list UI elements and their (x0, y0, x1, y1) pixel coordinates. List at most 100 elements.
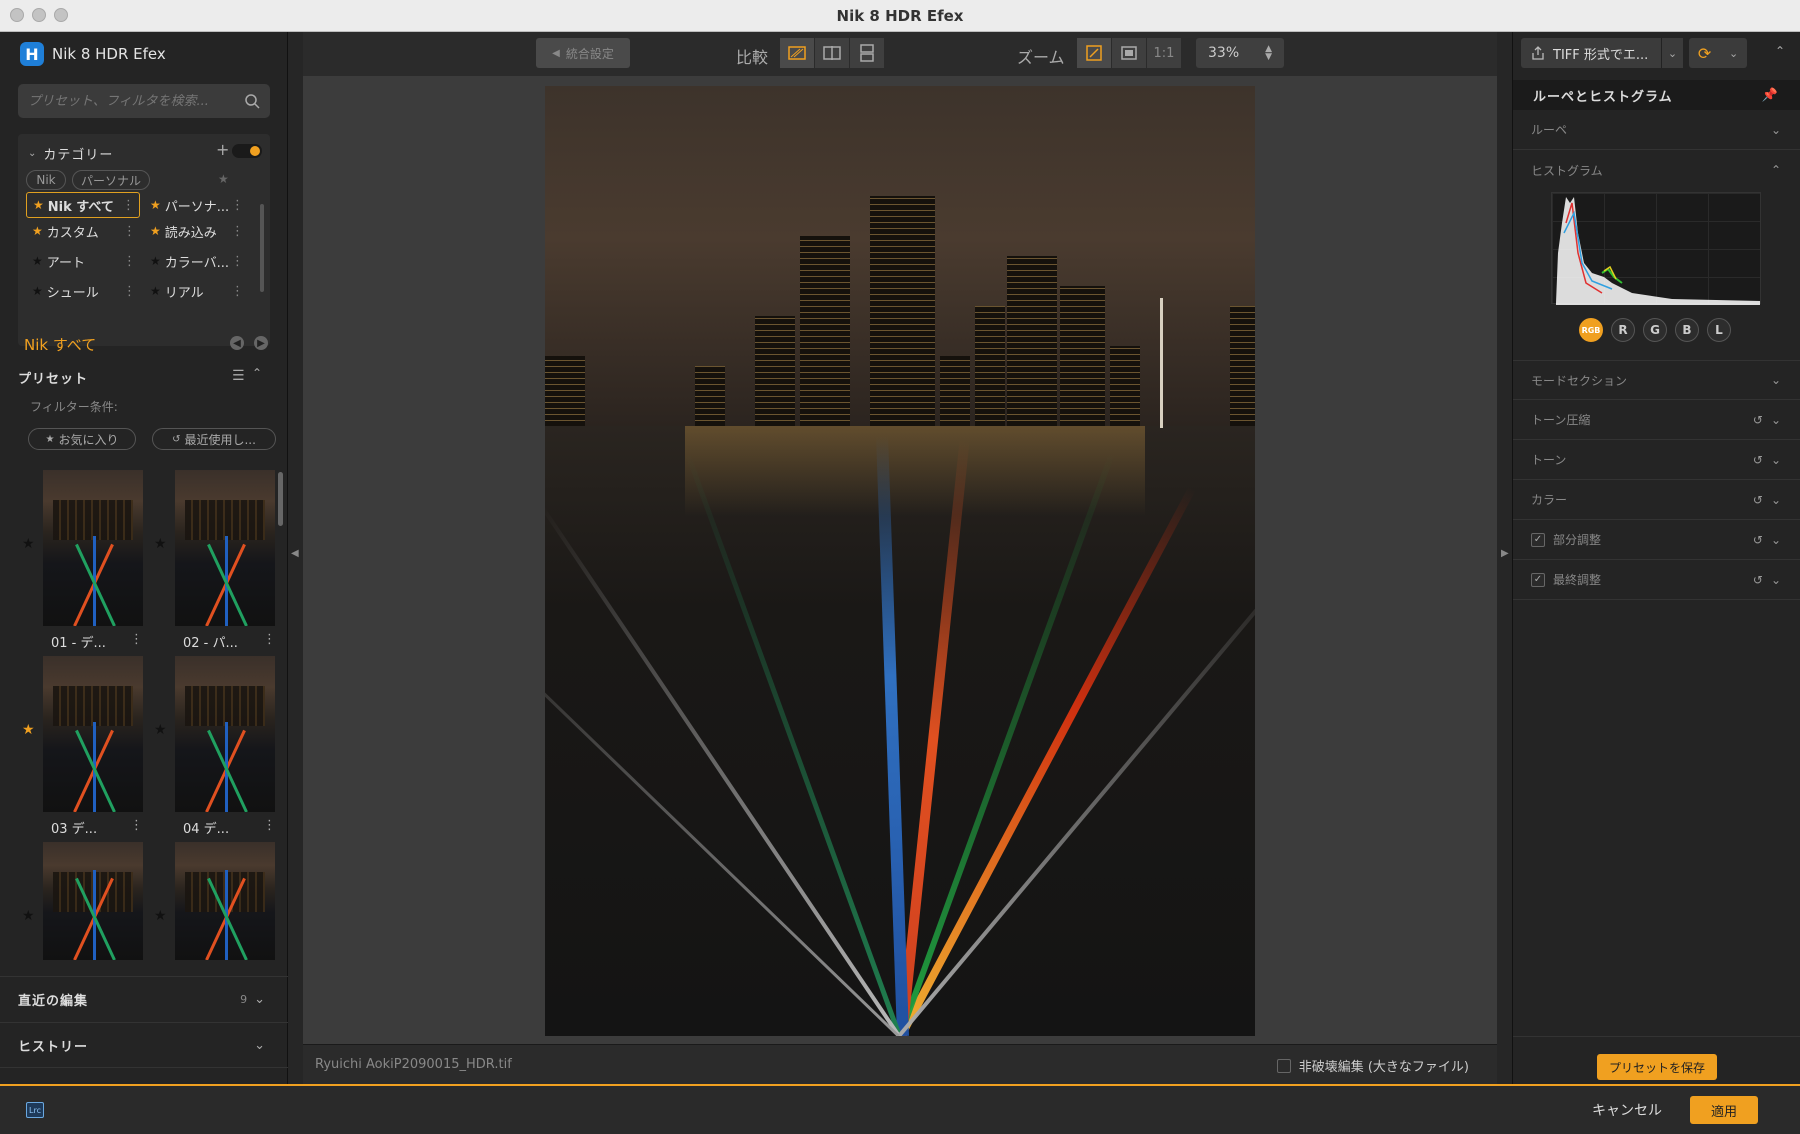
history-section[interactable]: ヒストリー ⌄ (0, 1022, 288, 1068)
search-input[interactable] (28, 93, 228, 109)
star-icon[interactable]: ★ (22, 908, 35, 924)
star-icon[interactable]: ★ (154, 908, 167, 924)
category-item-real[interactable]: ★ リアル ⋮ (144, 278, 248, 304)
save-preset-button[interactable]: プリセットを保存 (1597, 1054, 1717, 1080)
chevron-up-icon[interactable]: ⌃ (252, 366, 262, 380)
channel-g-button[interactable]: G (1643, 318, 1667, 342)
tone-row[interactable]: トーン ↺ ⌄ (1513, 440, 1800, 480)
chevron-down-icon[interactable]: ⌄ (254, 1038, 266, 1053)
chevron-down-icon[interactable]: ⌄ (1771, 373, 1781, 387)
reset-icon[interactable]: ↺ (1753, 573, 1763, 587)
more-icon[interactable]: ⋮ (263, 818, 276, 833)
prev-arrow-icon[interactable]: ◀ (230, 336, 244, 350)
chevron-down-icon[interactable]: ⌄ (1771, 413, 1781, 427)
channel-r-button[interactable]: R (1611, 318, 1635, 342)
search-icon[interactable] (244, 93, 260, 109)
preset-thumbnail[interactable] (175, 842, 275, 960)
more-icon[interactable]: ⋮ (263, 632, 276, 647)
filter-recent[interactable]: ↺ 最近使用し... (152, 428, 276, 450)
apply-button[interactable]: 適用 (1690, 1096, 1758, 1124)
split-view-button[interactable] (815, 38, 849, 68)
more-icon[interactable]: ⋮ (123, 224, 136, 239)
chevron-down-icon[interactable]: ⌄ (254, 992, 266, 1007)
merge-settings-button[interactable]: ◀ 統合設定 (536, 38, 630, 68)
chevron-down-icon[interactable]: ⌄ (1771, 573, 1781, 587)
tone-compression-row[interactable]: トーン圧縮 ↺ ⌄ (1513, 400, 1800, 440)
category-item-personal[interactable]: ★ パーソナ... ⋮ (144, 192, 248, 218)
list-view-icon[interactable]: ☰ (232, 368, 245, 384)
star-icon[interactable]: ★ (32, 254, 43, 268)
reset-icon[interactable]: ↺ (1753, 453, 1763, 467)
more-icon[interactable]: ⋮ (122, 198, 135, 213)
pin-icon[interactable]: 📌 (1762, 88, 1779, 103)
more-icon[interactable]: ⋮ (123, 284, 136, 299)
category-item-import[interactable]: ★ 読み込み ⋮ (144, 218, 248, 244)
zoom-select[interactable]: 33% ▲ ▼ (1196, 38, 1284, 68)
category-item-art[interactable]: ★ アート ⋮ (26, 248, 140, 274)
final-adjust-row[interactable]: ✓ 最終調整 ↺ ⌄ (1513, 560, 1800, 600)
recent-edits-section[interactable]: 直近の編集 9 ⌄ (0, 976, 288, 1022)
category-header[interactable]: ⌄ カテゴリー (28, 144, 113, 163)
star-icon[interactable]: ★ (32, 284, 43, 298)
star-icon[interactable]: ★ (33, 198, 44, 212)
collapse-right-icon[interactable]: ▶ (1501, 548, 1509, 559)
star-icon[interactable]: ★ (150, 198, 161, 212)
chevron-down-icon[interactable]: ⌄ (1771, 493, 1781, 507)
chevron-down-icon[interactable]: ⌄ (28, 148, 37, 159)
mode-section-row[interactable]: モードセクション ⌄ (1513, 360, 1800, 400)
export-dropdown[interactable]: ⌄ (1661, 38, 1683, 68)
category-item-nik-all[interactable]: ★ Nik すべて ⋮ (26, 192, 140, 218)
more-icon[interactable]: ⋮ (123, 254, 136, 269)
star-icon[interactable]: ★ (154, 536, 167, 552)
local-adjust-row[interactable]: ✓ 部分調整 ↺ ⌄ (1513, 520, 1800, 560)
chevron-down-icon[interactable]: ⌄ (1771, 533, 1781, 547)
more-icon[interactable]: ⋮ (231, 198, 244, 213)
category-item-colorbar[interactable]: ★ カラーバ... ⋮ (144, 248, 248, 274)
star-icon[interactable]: ★ (150, 284, 161, 298)
more-icon[interactable]: ⋮ (231, 254, 244, 269)
category-pill-personal[interactable]: パーソナル (72, 170, 150, 190)
chevron-down-icon[interactable]: ⌄ (1771, 453, 1781, 467)
compare-original-button[interactable] (780, 38, 814, 68)
preset-thumbnail[interactable] (175, 470, 275, 626)
star-icon[interactable]: ★ (150, 224, 161, 238)
zoom-window-button[interactable] (54, 8, 68, 22)
reset-icon[interactable]: ↺ (1753, 533, 1763, 547)
preset-thumbnail[interactable] (175, 656, 275, 812)
star-icon[interactable]: ★ (22, 536, 35, 552)
star-icon[interactable]: ★ (32, 224, 43, 238)
more-icon[interactable]: ⋮ (130, 818, 143, 833)
close-window-button[interactable] (10, 8, 24, 22)
star-icon[interactable]: ★ (154, 722, 167, 738)
loupe-row[interactable]: ルーペ ⌄ (1513, 110, 1800, 150)
favorite-filter-icon[interactable]: ★ (218, 172, 229, 186)
category-pill-nik[interactable]: Nik (26, 170, 66, 190)
sync-button[interactable]: ⟳ ⌄ (1689, 38, 1747, 68)
chevron-up-icon[interactable]: ⌃ (1771, 163, 1781, 177)
preview-image[interactable] (545, 86, 1255, 1036)
preset-thumbnail[interactable] (43, 842, 143, 960)
histogram-row[interactable]: ヒストグラム ⌃ (1513, 150, 1800, 190)
nondestructive-checkbox[interactable] (1276, 1058, 1291, 1073)
preset-thumbnail[interactable] (43, 470, 143, 626)
loupe-histogram-header[interactable]: ルーペとヒストグラム 📌 (1513, 80, 1800, 110)
minimize-window-button[interactable] (32, 8, 46, 22)
reset-icon[interactable]: ↺ (1753, 493, 1763, 507)
channel-b-button[interactable]: B (1675, 318, 1699, 342)
preset-thumbnail[interactable] (43, 656, 143, 812)
category-scrollbar[interactable] (260, 204, 264, 292)
collapse-left-icon[interactable]: ◀ (291, 548, 299, 559)
add-category-button[interactable]: + (216, 140, 229, 159)
more-icon[interactable]: ⋮ (231, 224, 244, 239)
more-icon[interactable]: ⋮ (231, 284, 244, 299)
channel-rgb-button[interactable]: RGB (1579, 318, 1603, 342)
preset-scrollbar[interactable] (278, 472, 283, 526)
category-item-custom[interactable]: ★ カスタム ⋮ (26, 218, 140, 244)
more-icon[interactable]: ⋮ (130, 632, 143, 647)
category-toggle[interactable] (232, 144, 262, 158)
final-adjust-checkbox[interactable]: ✓ (1531, 572, 1545, 587)
local-adjust-checkbox[interactable]: ✓ (1531, 532, 1545, 547)
category-item-surreal[interactable]: ★ シュール ⋮ (26, 278, 140, 304)
one-to-one-button[interactable]: 1:1 (1147, 38, 1181, 68)
side-by-side-button[interactable] (850, 38, 884, 68)
